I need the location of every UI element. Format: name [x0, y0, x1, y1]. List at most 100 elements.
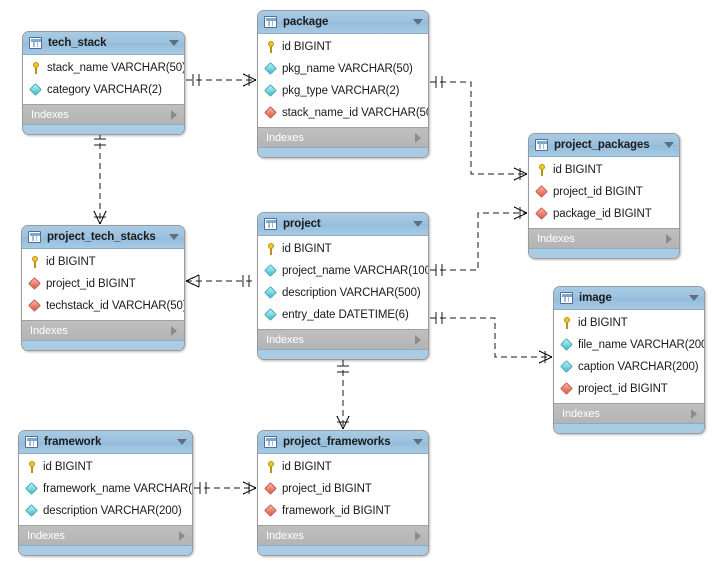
table-field-row[interactable]: description VARCHAR(200) [19, 500, 192, 522]
table-field-row[interactable]: id BIGINT [19, 456, 192, 478]
primary-key-icon [561, 317, 573, 329]
chevron-right-icon[interactable] [179, 530, 185, 541]
chevron-down-icon[interactable] [169, 234, 179, 240]
table-field-row[interactable]: id BIGINT [258, 36, 428, 58]
table-field-row[interactable]: id BIGINT [258, 238, 428, 260]
table-icon [560, 292, 573, 304]
table-field-row[interactable]: category VARCHAR(2) [23, 79, 184, 101]
table-header-tech_stack[interactable]: tech_stack [23, 32, 184, 55]
indexes-label: Indexes [266, 333, 304, 346]
table-field-row[interactable]: id BIGINT [22, 251, 184, 273]
table-package[interactable]: package id BIGINT pkg_name VARCHAR(50) pkg_… [257, 10, 429, 158]
table-field-row[interactable]: project_id BIGINT [258, 478, 428, 500]
table-field-row[interactable]: framework_name VARCHAR(50) [19, 478, 192, 500]
table-field-row[interactable]: stack_name_id VARCHAR(50) [258, 102, 428, 124]
table-field-row[interactable]: pkg_name VARCHAR(50) [258, 58, 428, 80]
indexes-section-framework[interactable]: Indexes [19, 525, 192, 545]
indexes-section-project_tech_stacks[interactable]: Indexes [22, 320, 184, 340]
table-header-framework[interactable]: framework [19, 431, 192, 454]
indexes-section-package[interactable]: Indexes [258, 127, 428, 147]
table-icon [535, 139, 548, 151]
table-field-row[interactable]: id BIGINT [258, 456, 428, 478]
indexes-label: Indexes [27, 529, 65, 542]
table-field-row[interactable]: stack_name VARCHAR(50) [23, 57, 184, 79]
table-header-package[interactable]: package [258, 11, 428, 34]
table-field-row[interactable]: description VARCHAR(500) [258, 282, 428, 304]
field-label: techstack_id VARCHAR(50) [46, 300, 185, 312]
table-field-row[interactable]: project_id BIGINT [529, 181, 679, 203]
table-framework[interactable]: framework id BIGINT framework_name VARCHAR… [18, 430, 193, 556]
table-field-row[interactable]: id BIGINT [554, 312, 704, 334]
table-field-row[interactable]: project_name VARCHAR(100) [258, 260, 428, 282]
indexes-section-project[interactable]: Indexes [258, 329, 428, 349]
chevron-right-icon[interactable] [415, 132, 421, 143]
table-field-row[interactable]: id BIGINT [529, 159, 679, 181]
table-project_packages[interactable]: project_packagesid BIGINT project_id BIGI… [528, 133, 680, 259]
field-label: caption VARCHAR(200) [578, 361, 699, 373]
indexes-section-project_frameworks[interactable]: Indexes [258, 525, 428, 545]
chevron-down-icon[interactable] [689, 295, 699, 301]
chevron-right-icon[interactable] [691, 408, 697, 419]
column-icon [561, 361, 573, 373]
foreign-key-icon [561, 383, 573, 395]
field-label: project_name VARCHAR(100) [282, 265, 429, 277]
table-project[interactable]: project id BIGINT project_name VARCHAR(100… [257, 212, 429, 360]
indexes-label: Indexes [266, 131, 304, 144]
chevron-down-icon[interactable] [413, 19, 423, 25]
table-field-row[interactable]: project_id BIGINT [22, 273, 184, 295]
indexes-section-tech_stack[interactable]: Indexes [23, 104, 184, 124]
field-label: id BIGINT [282, 461, 332, 473]
table-field-row[interactable]: caption VARCHAR(200) [554, 356, 704, 378]
table-header-project_tech_stacks[interactable]: project_tech_stacks [22, 226, 184, 249]
chevron-right-icon[interactable] [666, 233, 672, 244]
field-label: project_id BIGINT [553, 186, 643, 198]
primary-key-icon [26, 461, 38, 473]
field-label: id BIGINT [282, 41, 332, 53]
table-field-row[interactable]: techstack_id VARCHAR(50) [22, 295, 184, 317]
indexes-section-image[interactable]: Indexes [554, 403, 704, 423]
table-project_tech_stacks[interactable]: project_tech_stacks id BIGINT project_id B… [21, 225, 185, 351]
field-label: id BIGINT [578, 317, 628, 329]
indexes-section-project_packages[interactable]: Indexes [529, 228, 679, 248]
field-label: project_id BIGINT [282, 483, 372, 495]
column-icon [265, 265, 277, 277]
field-label: pkg_name VARCHAR(50) [282, 63, 413, 75]
table-field-row[interactable]: file_name VARCHAR(200) [554, 334, 704, 356]
chevron-right-icon[interactable] [171, 325, 177, 336]
table-field-row[interactable]: framework_id BIGINT [258, 500, 428, 522]
table-field-row[interactable]: package_id BIGINT [529, 203, 679, 225]
table-field-row[interactable]: pkg_type VARCHAR(2) [258, 80, 428, 102]
table-tech_stack[interactable]: tech_stack stack_name VARCHAR(50) category… [22, 31, 185, 135]
table-header-image[interactable]: image [554, 287, 704, 310]
relationship-project-project_frameworks [336, 360, 350, 430]
field-label: framework_name VARCHAR(50) [43, 483, 193, 495]
relationship-package-project_packages [430, 76, 528, 181]
field-label: stack_name VARCHAR(50) [47, 62, 185, 74]
chevron-right-icon[interactable] [171, 109, 177, 120]
indexes-label: Indexes [30, 324, 68, 337]
table-header-project_packages[interactable]: project_packages [529, 134, 679, 157]
table-fields-framework: id BIGINT framework_name VARCHAR(50) descr… [19, 454, 192, 525]
chevron-down-icon[interactable] [413, 221, 423, 227]
chevron-down-icon[interactable] [664, 142, 674, 148]
indexes-label: Indexes [266, 529, 304, 542]
foreign-key-icon [536, 186, 548, 198]
table-field-row[interactable]: project_id BIGINT [554, 378, 704, 400]
table-field-row[interactable]: entry_date DATETIME(6) [258, 304, 428, 326]
chevron-right-icon[interactable] [415, 530, 421, 541]
table-fields-tech_stack: stack_name VARCHAR(50) category VARCHAR(2… [23, 55, 184, 104]
field-label: id BIGINT [553, 164, 603, 176]
chevron-right-icon[interactable] [415, 334, 421, 345]
field-label: id BIGINT [282, 243, 332, 255]
column-icon [265, 287, 277, 299]
primary-key-icon [536, 164, 548, 176]
table-project_frameworks[interactable]: project_frameworksid BIGINT project_id BI… [257, 430, 429, 556]
table-image[interactable]: image id BIGINT file_name VARCHAR(200) capt… [553, 286, 705, 434]
table-name-label: project_packages [554, 139, 650, 151]
chevron-down-icon[interactable] [177, 439, 187, 445]
table-header-project_frameworks[interactable]: project_frameworks [258, 431, 428, 454]
chevron-down-icon[interactable] [413, 439, 423, 445]
relationship-project-project_tech_stacks [185, 274, 256, 288]
table-header-project[interactable]: project [258, 213, 428, 236]
chevron-down-icon[interactable] [169, 40, 179, 46]
